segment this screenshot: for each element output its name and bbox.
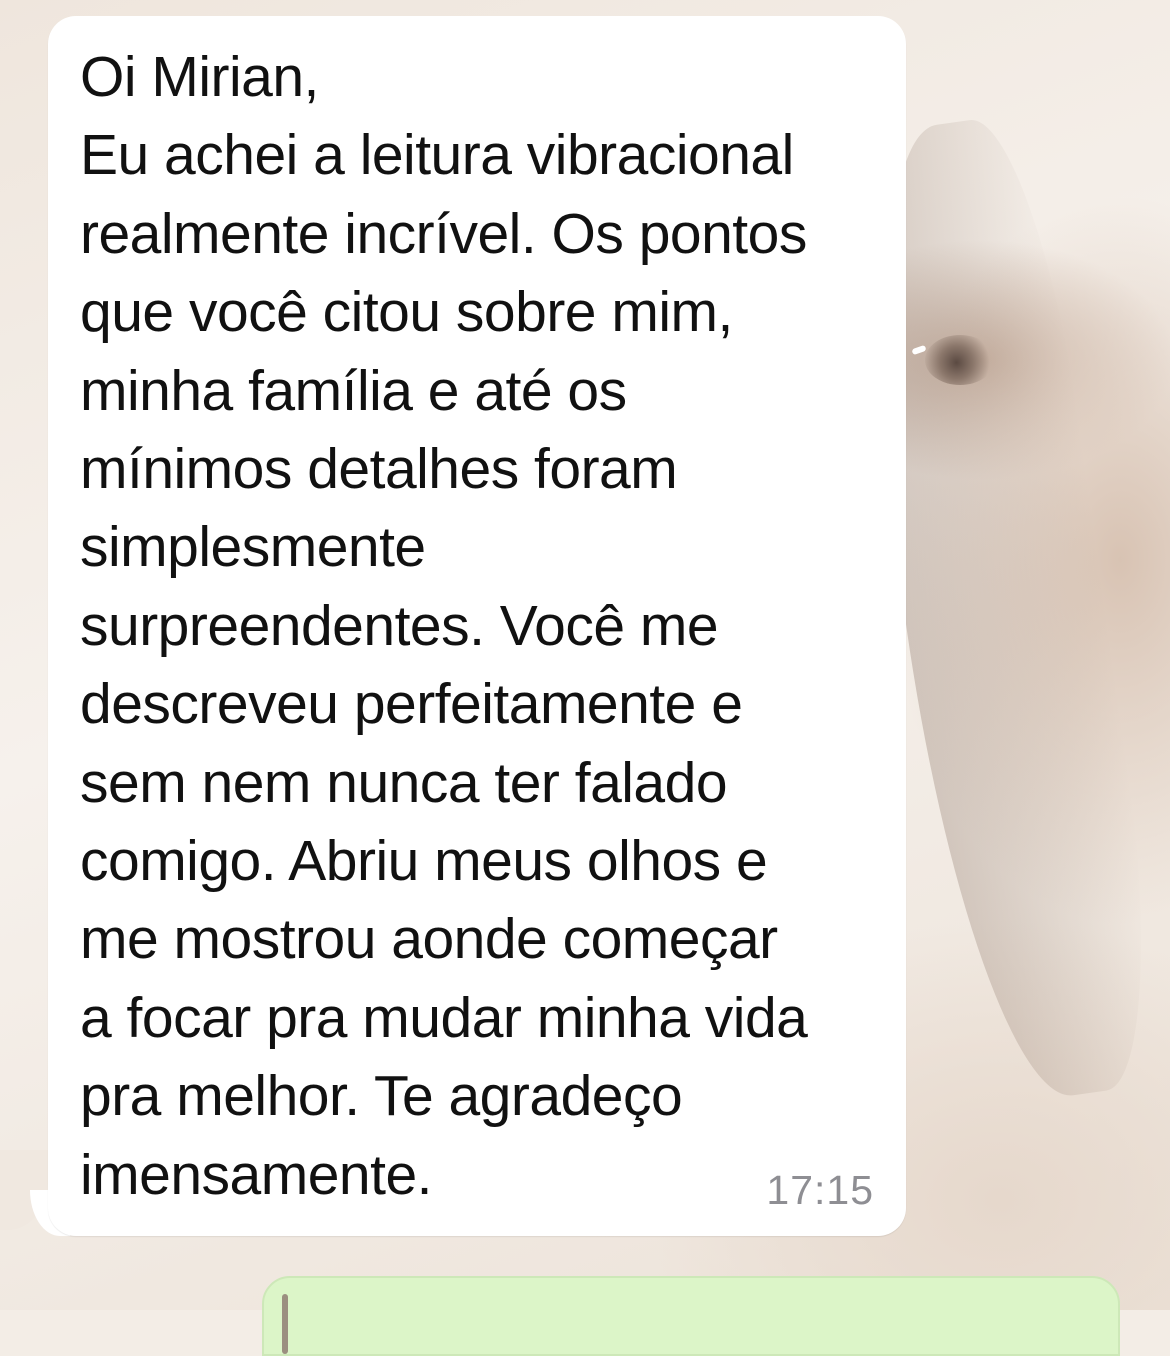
message-line: que você citou sobre mim, [80, 280, 733, 345]
message-line: Eu achei a leitura vibracional [80, 123, 794, 188]
message-line: imensamente. [80, 1142, 433, 1207]
message-line: a focar pra mudar minha vida [80, 985, 808, 1050]
message-line: mínimos detalhes foram [80, 437, 678, 502]
message-line: pra melhor. Te agradeço [80, 1064, 683, 1129]
message-line: surpreendentes. Você me [80, 593, 719, 658]
message-line: me mostrou aonde começar [80, 907, 778, 972]
message-line: Oi Mirian, [80, 45, 319, 109]
incoming-message-bubble[interactable]: Oi Mirian, Eu achei a leitura vibraciona… [48, 16, 906, 1236]
message-text: Oi Mirian, Eu achei a leitura vibraciona… [80, 38, 880, 1214]
message-line: sem nem nunca ter falado [80, 750, 728, 815]
wallpaper-photo-eye [925, 335, 995, 385]
message-line: comigo. Abriu meus olhos e [80, 829, 768, 894]
message-line: minha família e até os [80, 358, 627, 423]
reply-quote-bar [282, 1294, 288, 1354]
outgoing-message-bubble[interactable] [262, 1276, 1120, 1356]
message-timestamp: 17:15 [766, 1167, 874, 1213]
message-line: realmente incrível. Os pontos [80, 201, 807, 266]
message-line: simplesmente [80, 515, 426, 580]
message-line: descreveu perfeitamente e [80, 672, 743, 737]
